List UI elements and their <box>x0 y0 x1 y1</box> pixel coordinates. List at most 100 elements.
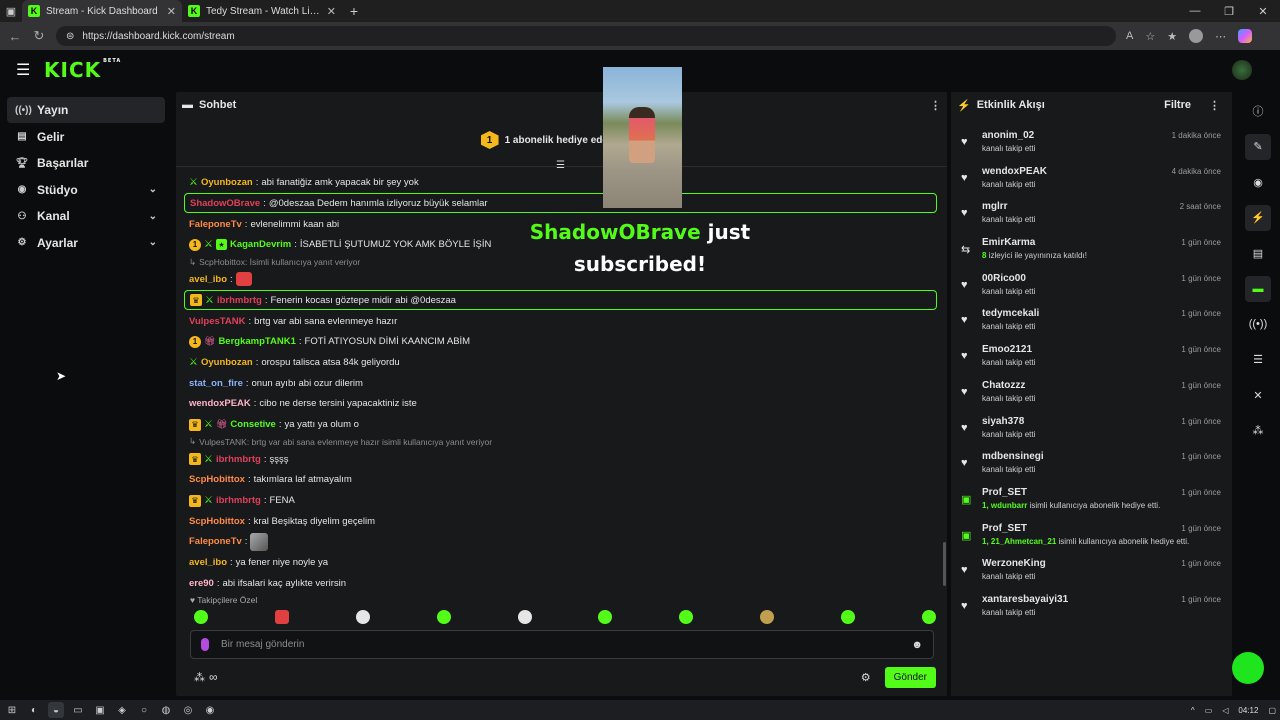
microphone-icon[interactable] <box>201 638 209 651</box>
activity-item[interactable]: ♥ xantaresbayaiyi31 kanalı takip etti 1 gün… <box>951 589 1232 625</box>
emote-icon[interactable] <box>841 610 855 624</box>
sidebar-item-gelir[interactable]: ▤ Gelir <box>7 124 165 150</box>
emote-icon[interactable] <box>355 610 370 624</box>
chat-username[interactable]: ShadowOBrave <box>190 198 260 209</box>
chat-bubble-icon[interactable]: ▬ <box>1245 275 1271 302</box>
emote-icon[interactable] <box>679 610 694 624</box>
activity-item[interactable]: ♥ 00Rico00 kanalı takip etti 1 gün önce <box>951 268 1232 304</box>
chat-username[interactable]: avel_ibo <box>189 274 227 285</box>
infinity-icon[interactable]: ∞ <box>209 670 218 684</box>
emote-icon[interactable] <box>760 610 775 624</box>
hamburger-menu-icon[interactable]: ☰ <box>16 60 36 80</box>
file-explorer-icon[interactable]: ▭ <box>70 702 86 718</box>
broadcast-signal-icon[interactable]: ((•)) <box>1245 311 1271 337</box>
activity-item[interactable]: ♥ WerzoneKing kanalı takip etti 1 gün önce <box>951 553 1232 589</box>
store-icon[interactable]: ▣ <box>92 702 108 718</box>
chat-username[interactable]: VulpesTANK <box>189 316 245 327</box>
new-tab-button[interactable]: + <box>342 3 366 19</box>
steam-icon[interactable]: ◉ <box>202 702 218 718</box>
chat-username[interactable]: ScpHobittox <box>189 516 245 527</box>
activity-item[interactable]: ♥ mdbensinegi kanalı takip etti 1 gün önce <box>951 446 1232 482</box>
emote-icon[interactable] <box>517 610 532 624</box>
floating-action-button[interactable] <box>1232 652 1264 684</box>
chat-username[interactable]: ScpHobittox <box>189 474 245 485</box>
browser-tab-stream[interactable]: K Tedy Stream - Watch Live on Kick ✕ <box>182 0 342 22</box>
app-icon[interactable]: ◍ <box>158 702 174 718</box>
activity-item[interactable]: ♥ siyah378 kanalı takip etti 1 gün önce <box>951 411 1232 447</box>
chat-username[interactable]: Oyunbozan <box>201 357 253 368</box>
emote-icon[interactable] <box>921 610 936 624</box>
browser-tab-dashboard[interactable]: K Stream - Kick Dashboard ✕ <box>22 0 182 22</box>
emote-icon[interactable] <box>436 610 451 624</box>
read-aloud-icon[interactable]: A <box>1126 30 1133 42</box>
camera-icon[interactable]: ◉ <box>1245 169 1271 195</box>
integrations-icon[interactable]: ⁂ <box>1245 418 1271 444</box>
chat-username[interactable]: avel_ibo <box>189 557 227 568</box>
chat-more-icon[interactable]: ⋮ <box>930 99 941 112</box>
chat-username[interactable]: Oyunbozan <box>201 177 253 188</box>
chat-username[interactable]: FaleponeTv <box>189 219 242 230</box>
windows-start-icon[interactable]: ⊞ <box>4 702 20 718</box>
activity-item[interactable]: ♥ mglrr kanalı takip etti 2 saat önce <box>951 196 1232 232</box>
favorites-icon[interactable]: ★ <box>1167 30 1177 43</box>
activity-more-icon[interactable]: ⋮ <box>1209 99 1220 112</box>
pinned-message[interactable]: 1 1 abonelik hediye ederek 1. s <box>176 122 947 158</box>
profile-avatar[interactable] <box>1189 29 1204 43</box>
channel-points-icon[interactable]: ⁂ <box>194 671 205 684</box>
url-field[interactable]: ⊜ https://dashboard.kick.com/stream <box>56 26 1116 46</box>
sidebar-item-yayin[interactable]: ((•)) Yayın <box>7 97 165 123</box>
tab-close-icon[interactable]: ✕ <box>327 5 336 18</box>
activity-item[interactable]: ▣ Prof_SET 1, 21_Ahmetcan_21 isimli kullan… <box>951 518 1232 554</box>
filter-button[interactable]: Filtre <box>1164 99 1191 111</box>
window-menu-icon[interactable]: ▣ <box>0 0 22 22</box>
send-button[interactable]: Gönder <box>884 666 936 688</box>
chat-username[interactable]: stat_on_fire <box>189 378 243 389</box>
chat-username[interactable]: ibrhmbrtg <box>216 454 261 465</box>
activity-item[interactable]: ♥ Chatozzz kanalı takip etti 1 gün önce <box>951 375 1232 411</box>
chat-message-input[interactable] <box>221 639 900 650</box>
maximize-icon[interactable]: ❐ <box>1212 5 1246 18</box>
sidebar-item-studyo[interactable]: ◉ Stüdyo ⌄ <box>7 177 165 203</box>
chat-username[interactable]: wendoxPEAK <box>189 398 251 409</box>
notification-icon[interactable]: ▢ <box>1268 706 1276 715</box>
wrench-icon[interactable]: ✕ <box>1245 382 1271 408</box>
chat-username[interactable]: FaleponeTv <box>189 536 242 547</box>
emote-icon[interactable] <box>598 610 613 624</box>
activity-item[interactable]: ⇆ EmirKarma 8 izleyici ile yayınınıza katı… <box>951 232 1232 268</box>
taskbar-clock[interactable]: 04:12 <box>1238 706 1258 715</box>
activity-item[interactable]: ♥ Emoo2121 kanalı takip etti 1 gün önce <box>951 339 1232 375</box>
notes-icon[interactable]: ▤ <box>1245 240 1271 266</box>
emoji-picker-icon[interactable]: ☻ <box>911 639 923 651</box>
sidebar-item-kanal[interactable]: ⚇ Kanal ⌄ <box>7 203 165 229</box>
chat-settings-gear-icon[interactable]: ⚙ <box>861 671 871 684</box>
network-icon[interactable]: ▭ <box>1205 706 1213 715</box>
edit-pencil-icon[interactable]: ✎ <box>1245 133 1271 160</box>
info-icon[interactable]: ⓘ <box>1245 98 1271 124</box>
favorite-star-icon[interactable]: ☆ <box>1145 30 1155 43</box>
outlook-icon[interactable]: ◈ <box>114 702 130 718</box>
tab-close-icon[interactable]: ✕ <box>167 5 176 18</box>
chat-scrollbar[interactable] <box>943 542 946 586</box>
chat-username[interactable]: BergkampTANK1 <box>218 336 295 347</box>
chat-username[interactable]: ibrhmbrtg <box>216 495 261 506</box>
close-window-icon[interactable]: ✕ <box>1246 5 1280 18</box>
kick-logo[interactable]: KICK BETA <box>44 58 121 82</box>
more-menu-icon[interactable]: ⋯ <box>1215 30 1226 43</box>
edge-icon[interactable]: ◒ <box>48 702 64 718</box>
opera-icon[interactable]: ○ <box>136 702 152 718</box>
minimize-icon[interactable]: — <box>1178 5 1212 18</box>
reload-icon[interactable]: ↻ <box>32 28 46 44</box>
activity-item[interactable]: ♥ wendoxPEAK kanalı takip etti 4 dakika önc… <box>951 161 1232 197</box>
emote-icon[interactable] <box>274 610 289 624</box>
sidebar-item-basarilar[interactable]: 🏆︎ Başarılar <box>7 150 165 176</box>
tray-chevron-icon[interactable]: ^ <box>1191 706 1195 715</box>
back-icon[interactable]: ← <box>8 29 22 44</box>
app-icon[interactable]: ◐ <box>26 702 42 718</box>
activity-item[interactable]: ♥ tedymcekali kanalı takip etti 1 gün önce <box>951 303 1232 339</box>
obs-icon[interactable]: ◎ <box>180 702 196 718</box>
copilot-icon[interactable] <box>1238 29 1253 43</box>
chat-username[interactable]: ibrhmbrtg <box>217 295 262 306</box>
chat-username[interactable]: Consetive <box>230 419 275 430</box>
activity-item[interactable]: ▣ Prof_SET 1, wdunbarr isimli kullanıcıya … <box>951 482 1232 518</box>
chat-username[interactable]: ere90 <box>189 578 214 589</box>
